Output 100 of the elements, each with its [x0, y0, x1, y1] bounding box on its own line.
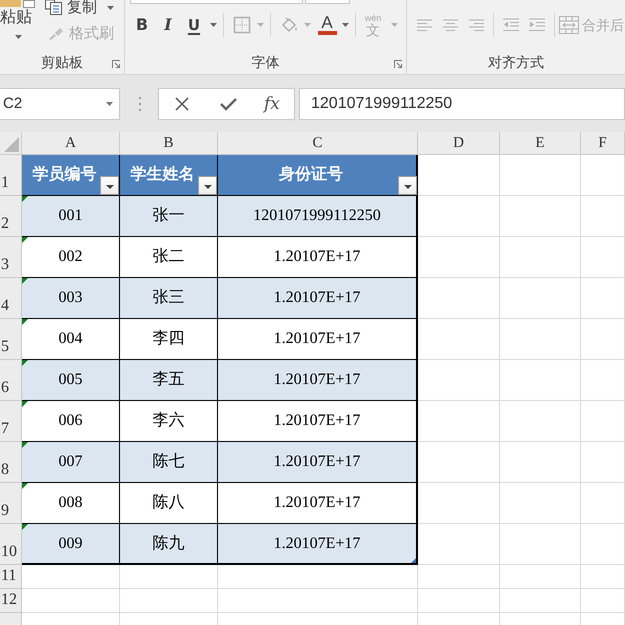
insert-function-button[interactable]: fx [264, 96, 280, 112]
empty-cell[interactable] [500, 360, 581, 401]
table-cell: 007 [22, 442, 120, 483]
dialog-launcher-icon[interactable] [394, 60, 402, 68]
empty-cell[interactable] [581, 401, 625, 442]
empty-cell[interactable] [581, 524, 625, 565]
empty-cell[interactable] [500, 565, 581, 589]
check-icon[interactable] [220, 97, 237, 111]
column-header[interactable]: C [218, 132, 418, 155]
empty-cell[interactable] [418, 237, 500, 278]
empty-cell[interactable] [218, 565, 418, 589]
error-indicator-icon[interactable] [22, 278, 28, 284]
select-all-button[interactable] [0, 132, 22, 155]
row-header[interactable]: 6 [0, 360, 22, 401]
bold-button[interactable]: B [129, 13, 155, 37]
empty-cell[interactable] [418, 401, 500, 442]
empty-cell[interactable] [500, 442, 581, 483]
table-cell: 1.20107E+17 [218, 442, 418, 483]
copy-button[interactable]: 复制 [45, 0, 97, 15]
row-header[interactable]: 8 [0, 442, 22, 483]
clipboard-icon [0, 0, 35, 8]
column-header[interactable]: B [120, 132, 218, 155]
row-header[interactable]: 5 [0, 319, 22, 360]
table-cell: 张三 [120, 278, 218, 319]
paste-button[interactable]: 粘贴 [0, 0, 42, 26]
formula-field[interactable]: 1201071999112250 [299, 88, 625, 120]
empty-cell[interactable] [418, 319, 500, 360]
cross-icon[interactable] [175, 97, 189, 111]
error-indicator-icon[interactable] [22, 442, 28, 448]
column-header[interactable]: E [500, 132, 581, 155]
caret-icon [204, 185, 212, 189]
empty-cell[interactable] [418, 589, 500, 613]
empty-cell[interactable] [418, 565, 500, 589]
borders-icon [233, 16, 251, 34]
caret-icon [404, 185, 412, 189]
empty-cell[interactable] [500, 524, 581, 565]
empty-cell[interactable] [418, 483, 500, 524]
row-header[interactable]: 4 [0, 278, 22, 319]
merge-cells-icon [559, 16, 579, 34]
row-header[interactable]: 11 [0, 565, 22, 589]
table-cell: 009 [22, 524, 120, 565]
caret-icon[interactable] [107, 6, 114, 10]
font-size-field[interactable] [305, 0, 350, 4]
empty-cell[interactable] [500, 278, 581, 319]
caret-icon[interactable] [342, 23, 349, 27]
row-header[interactable]: 1 [0, 155, 22, 196]
empty-cell[interactable] [500, 401, 581, 442]
empty-cell[interactable] [500, 589, 581, 613]
empty-cell[interactable] [581, 155, 625, 196]
empty-cell[interactable] [500, 196, 581, 237]
row-header[interactable]: 7 [0, 401, 22, 442]
empty-cell[interactable] [581, 319, 625, 360]
name-box[interactable]: C2 [0, 88, 120, 120]
column-heading: 身份证号 [218, 155, 418, 196]
column-header[interactable]: A [22, 132, 120, 155]
row-header[interactable]: 2 [0, 196, 22, 237]
table-cell: 1.20107E+17 [218, 524, 418, 565]
decrease-indent-icon [503, 18, 519, 32]
column-header[interactable]: D [418, 132, 500, 155]
filter-button[interactable] [398, 176, 417, 195]
empty-cell[interactable] [581, 278, 625, 319]
table-cell: 005 [22, 360, 120, 401]
empty-cell[interactable] [500, 483, 581, 524]
row-header[interactable]: 10 [0, 524, 22, 565]
empty-cell[interactable] [500, 237, 581, 278]
empty-cell[interactable] [500, 319, 581, 360]
empty-cell[interactable] [581, 483, 625, 524]
underline-button[interactable]: U [181, 13, 207, 37]
empty-cell[interactable] [581, 442, 625, 483]
empty-cell[interactable] [500, 155, 581, 196]
dialog-launcher-icon[interactable] [112, 60, 120, 68]
row-header[interactable]: 9 [0, 483, 22, 524]
paint-bucket-icon [280, 16, 298, 34]
row-header[interactable]: 12 [0, 589, 22, 613]
empty-cell[interactable] [581, 196, 625, 237]
caret-icon[interactable] [210, 23, 217, 27]
empty-cell[interactable] [120, 565, 218, 589]
column-heading: 学员编号 [22, 155, 120, 196]
font-color-button[interactable]: A [315, 13, 339, 37]
error-indicator-icon[interactable] [22, 360, 28, 366]
resize-handle-icon[interactable] [411, 558, 416, 563]
row-header[interactable]: 3 [0, 237, 22, 278]
table-cell: 张一 [120, 196, 218, 237]
empty-cell[interactable] [120, 589, 218, 613]
italic-button[interactable]: I [155, 13, 181, 37]
column-header[interactable]: F [581, 132, 625, 155]
drag-handle-icon[interactable] [138, 97, 142, 111]
empty-cell[interactable] [581, 237, 625, 278]
filter-button[interactable] [198, 176, 217, 195]
empty-cell[interactable] [581, 565, 625, 589]
empty-cell[interactable] [218, 589, 418, 613]
error-indicator-icon[interactable] [22, 524, 28, 530]
font-name-field[interactable] [130, 0, 303, 4]
table-cell: 1.20107E+17 [218, 360, 418, 401]
caret-icon[interactable] [106, 102, 113, 106]
brush-icon [48, 27, 64, 40]
caret-icon[interactable] [15, 35, 22, 39]
empty-cell[interactable] [581, 589, 625, 613]
empty-cell[interactable] [581, 360, 625, 401]
filter-button[interactable] [100, 176, 119, 195]
